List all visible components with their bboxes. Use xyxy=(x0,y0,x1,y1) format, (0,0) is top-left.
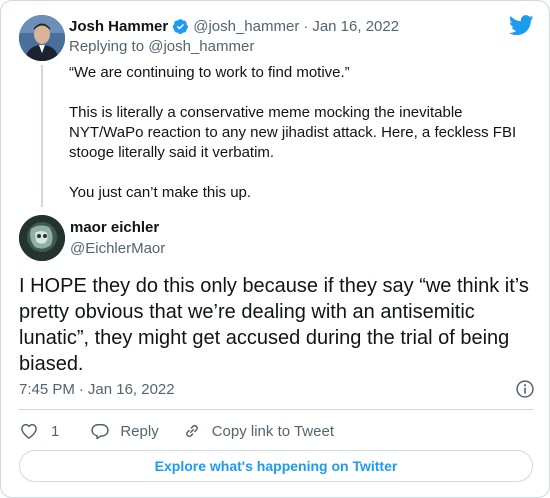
embedded-tweet-card: Josh Hammer @josh_hammer · Jan 16, 2022 … xyxy=(0,0,550,498)
copy-link-label: Copy link to Tweet xyxy=(211,422,334,440)
parent-paragraph: This is literally a conservative meme mo… xyxy=(69,104,517,161)
parent-tweet-header: Josh Hammer @josh_hammer · Jan 16, 2022 xyxy=(69,15,399,37)
tweet-actions-bar: 1 Reply Copy link to Tweet xyxy=(19,419,334,443)
reply-button[interactable]: Reply xyxy=(90,421,159,441)
parent-author-handle[interactable]: @josh_hammer xyxy=(193,18,299,35)
parent-paragraph: “We are continuing to work to find motiv… xyxy=(69,64,350,81)
main-author-avatar[interactable] xyxy=(19,215,65,261)
parent-author-name[interactable]: Josh Hammer xyxy=(69,18,168,35)
parent-paragraph: You just can’t make this up. xyxy=(69,184,252,201)
copy-link-button[interactable]: Copy link to Tweet xyxy=(182,421,334,441)
thread-connector-line xyxy=(41,65,43,207)
like-count: 1 xyxy=(51,422,60,440)
tweet-date[interactable]: Jan 16, 2022 xyxy=(88,381,175,398)
tweet-time[interactable]: 7:45 PM xyxy=(19,381,75,398)
main-tweet-text: I HOPE they do this only because if they… xyxy=(19,275,529,375)
header-separator: · xyxy=(303,17,309,35)
verified-badge-icon xyxy=(172,18,189,34)
info-icon[interactable] xyxy=(515,379,535,399)
parent-author-avatar[interactable] xyxy=(19,15,65,61)
explore-twitter-button[interactable]: Explore what's happening on Twitter xyxy=(19,450,533,482)
reply-bubble-icon xyxy=(91,424,110,440)
actions-divider xyxy=(19,409,533,410)
timestamp-separator: · xyxy=(78,380,84,398)
tweet-timestamp-row: 7:45 PM · Jan 16, 2022 xyxy=(19,377,535,401)
twitter-bird-icon[interactable] xyxy=(509,15,534,36)
main-author-handle[interactable]: @EichlerMaor xyxy=(70,240,165,257)
heart-icon xyxy=(21,423,37,439)
parent-tweet-text: “We are continuing to work to find motiv… xyxy=(69,63,531,203)
replying-to-line[interactable]: Replying to @josh_hammer xyxy=(69,38,254,55)
reply-label: Reply xyxy=(120,422,159,440)
parent-tweet-date[interactable]: Jan 16, 2022 xyxy=(312,18,399,35)
like-button[interactable]: 1 xyxy=(19,421,59,441)
link-icon xyxy=(185,424,198,438)
main-author-name[interactable]: maor eichler xyxy=(70,219,159,236)
